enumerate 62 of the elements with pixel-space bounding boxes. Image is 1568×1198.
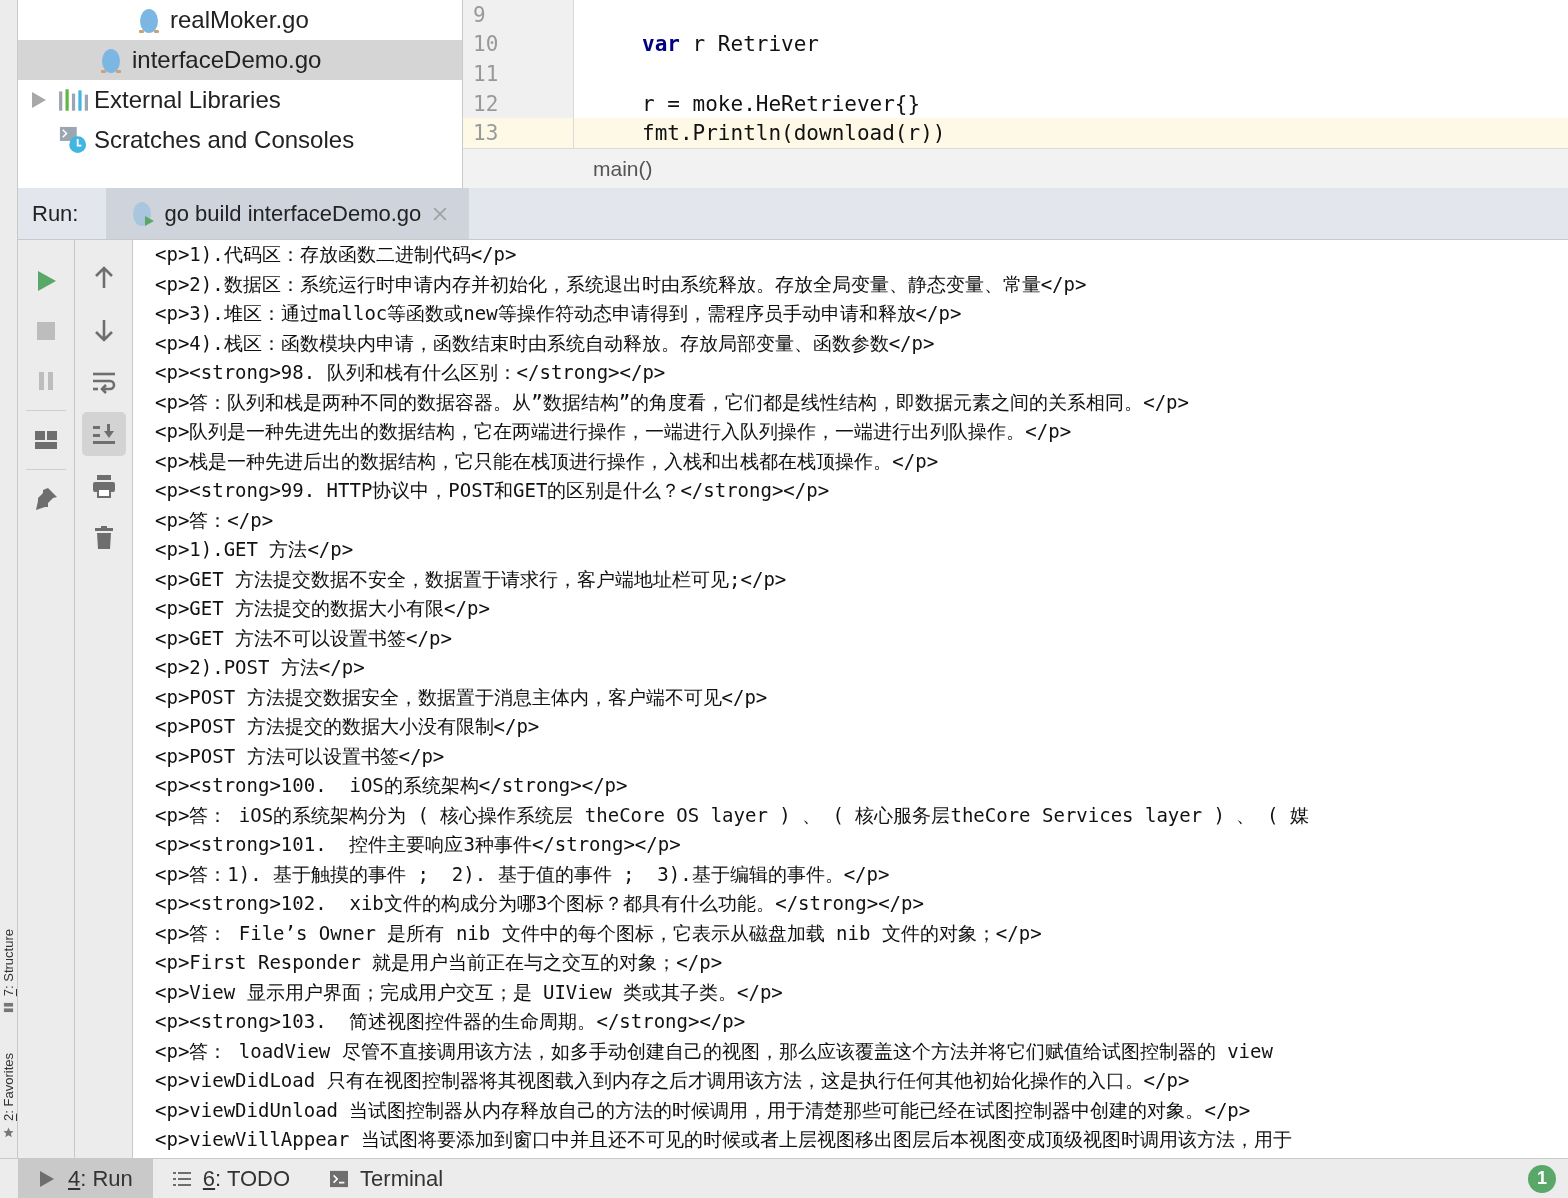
star-icon (3, 1127, 14, 1138)
list-icon (172, 1169, 191, 1188)
tree-item[interactable]: Scratches and Consoles (18, 120, 462, 160)
structure-icon (3, 1002, 14, 1014)
console-line: <p>答：</p> (155, 507, 274, 533)
tool-window-tab[interactable]: Terminal (310, 1159, 464, 1198)
console-line: <p>View 显示用户界面；完成用户交互；是 UIView 类或其子类。</p> (155, 979, 783, 1005)
code-line: r = moke.HeRetriever{} (641, 91, 921, 116)
library-icon (58, 86, 88, 114)
pin-icon[interactable] (34, 487, 58, 511)
console-line: <p>2).数据区：系统运行时申请内存并初始化，系统退出时由系统释放。存放全局变量、静态变量、常量</p> (155, 271, 1087, 297)
console-line: <p>viewDidUnload 当试图控制器从内存释放自己的方法的时候调用，用于清楚那些可能已经在试图控制器中创建的对象。</p> (155, 1097, 1251, 1123)
console-line: <p>POST 方法提交数据安全，数据置于消息主体内，客户端不可见</p> (155, 684, 768, 710)
console-line: <p>答： File’s Owner 是所有 nib 文件中的每个图标，它表示从磁盘加载 nib 文件的对象；</p> (155, 920, 1042, 946)
console-line: <p>1).代码区：存放函数二进制代码</p> (155, 242, 517, 267)
run-tab[interactable]: go build interfaceDemo.go (106, 188, 470, 239)
console-line: <p>viewDidLoad 只有在视图控制器将其视图载入到内存之后才调用该方法，这是执行任何其他初始化操作的入口。</p> (155, 1068, 1190, 1093)
scroll-to-end-icon[interactable] (81, 412, 126, 456)
console-line: <p>栈是一种先进后出的数据结构，它只能在栈顶进行操作，入栈和出栈都在栈顶操作。</p> (155, 448, 939, 474)
terminal-icon (330, 1169, 349, 1188)
line-number: 13 (473, 121, 499, 146)
breadcrumb[interactable]: main() (593, 156, 653, 181)
scratch-console-icon (58, 126, 88, 154)
play-icon (38, 1169, 56, 1188)
tree-item[interactable]: realMoker.go (18, 0, 462, 40)
console-line: <p><strong>100. iOS的系统架构</strong></p> (155, 773, 628, 798)
side-tool-tab[interactable]: 2: Favorites (1, 1053, 16, 1138)
console-line: <p>答：队列和栈是两种不同的数据容器。从”数据结构”的角度看，它们都是线性结构，即数据元素之间的关系相同。</p> (155, 389, 1189, 415)
console-line: <p>队列是一种先进先出的数据结构，它在两端进行操作，一端进行入队列操作，一端进行出列队操作。</p> (155, 419, 1072, 444)
code-line: fmt.Println(download(r)) (641, 121, 946, 146)
console-line: <p>GET 方法不可以设置书签</p> (155, 625, 452, 651)
console-line: <p>First Responder 就是用户当前正在与之交互的对象；</p> (155, 950, 723, 975)
line-number: 9 (473, 2, 486, 27)
console-line: <p>1).GET 方法</p> (155, 537, 354, 562)
line-number: 12 (473, 91, 499, 116)
layout-icon[interactable] (34, 428, 58, 452)
console-line: <p><strong>99. HTTP协议中，POST和GET的区别是什么？</strong></p> (155, 478, 830, 503)
run-label: Run: (31, 200, 80, 227)
console-line: <p>答： loadView 尽管不直接调用该方法，如多手动创建自己的视图，那么应该覆盖这个方法并将它们赋值给试图控制器的 view (155, 1038, 1273, 1064)
line-number: 11 (473, 62, 499, 86)
console-line: <p>4).栈区：函数模块内申请，函数结束时由系统自动释放。存放局部变量、函数参数</p> (155, 330, 935, 356)
line-number: 10 (473, 32, 499, 57)
tree-item[interactable]: External Libraries (18, 80, 462, 120)
console-line: <p><strong>98. 队列和栈有什么区别：</strong></p> (155, 360, 666, 385)
console-line: <p>答： iOS的系统架构分为 ( 核心操作系统层 theCore OS layer ) 、 ( 核心服务层theCore Services layer ) 、 ( 媒 (155, 802, 1309, 828)
side-tool-tab[interactable]: 7: Structure (1, 928, 16, 1014)
tool-window-tab[interactable]: 4: Run (18, 1159, 153, 1198)
console-line: <p><strong>102. xib文件的构成分为哪3个图标？都具有什么功能。</strong></p> (155, 891, 924, 916)
expand-arrow-icon[interactable] (32, 92, 46, 108)
console-line: <p>2).POST 方法</p> (155, 655, 365, 680)
tree-item[interactable]: interfaceDemo.go (18, 40, 462, 80)
console-line: <p><strong>101. 控件主要响应3种事件</strong></p> (155, 832, 681, 857)
console-line: <p><strong>103. 简述视图控件器的生命周期。</strong></p> (155, 1009, 746, 1034)
console-line: <p>3).堆区：通过malloc等函数或new等操作符动态申请得到，需程序员手动申请和释放</p> (155, 301, 962, 326)
tool-window-tab[interactable]: 6: TODO (152, 1159, 311, 1198)
console-line: <p>viewVillAppear 当试图将要添加到窗口中并且还不可见的时候或者上层视图移出图层后本视图变成顶级视图时调用该方法，用于 (155, 1127, 1292, 1152)
console-line: <p>GET 方法提交数据不安全，数据置于请求行，客户端地址栏可见;</p> (155, 566, 787, 592)
console-line: <p>POST 方法提交的数据大小没有限制</p> (155, 714, 540, 739)
code-line: var r Retriver (641, 32, 819, 57)
console-line: <p>POST 方法可以设置书签</p> (155, 743, 445, 769)
console-line: <p>答：1). 基于触摸的事件 ; 2). 基于值的事件 ; 3).基于编辑的事件。</p> (155, 861, 890, 887)
console-line: <p>GET 方法提交的数据大小有限</p> (155, 596, 490, 621)
